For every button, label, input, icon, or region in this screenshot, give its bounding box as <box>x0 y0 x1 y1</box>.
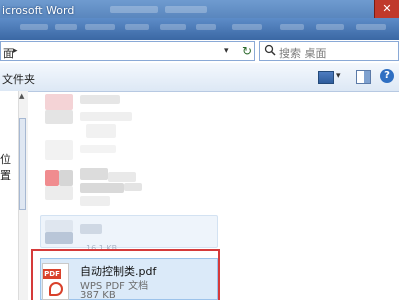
address-bar[interactable]: 面 ▸ ▾ ↻ <box>0 41 255 61</box>
help-icon[interactable]: ? <box>380 69 394 83</box>
blurred-file-label <box>80 224 102 234</box>
pdf-icon-tag: PDF <box>43 269 61 279</box>
preview-pane-icon[interactable] <box>356 70 371 84</box>
blurred-file-label <box>108 172 136 182</box>
blurred-file-label <box>124 183 142 191</box>
window-title: icrosoft Word <box>2 4 75 17</box>
blurred-file-icon <box>45 94 73 110</box>
blurred-file-label <box>80 196 110 206</box>
search-input[interactable]: 搜索 桌面 <box>279 45 327 61</box>
nav-item-label[interactable]: 位置 <box>0 151 18 183</box>
blurred-file-label <box>86 124 116 138</box>
blurred-file-icon <box>45 140 73 160</box>
toolbar-item[interactable] <box>280 24 304 30</box>
toolbar-item[interactable] <box>356 24 386 30</box>
command-bar: 文件夹 ▾ ? <box>0 63 399 92</box>
scroll-up-icon[interactable]: ▲ <box>19 92 24 100</box>
toolbar-item[interactable] <box>232 24 262 30</box>
blurred-file-icon <box>45 220 73 232</box>
chevron-right-icon[interactable]: ▸ <box>13 46 18 56</box>
toolbar-item[interactable] <box>316 24 344 30</box>
blurred-file-icon <box>59 170 73 186</box>
blurred-file-icon <box>45 110 73 124</box>
blurred-file-label <box>80 168 108 180</box>
blurred-file-icon <box>45 170 59 186</box>
search-icon <box>264 44 276 59</box>
refresh-icon[interactable]: ↻ <box>242 44 252 58</box>
blurred-file-icon <box>45 186 73 200</box>
file-size: 387 KB <box>80 290 116 301</box>
blurred-title-area <box>165 6 207 13</box>
chevron-down-icon[interactable]: ▾ <box>336 71 341 81</box>
search-box[interactable]: 搜索 桌面 <box>259 41 399 61</box>
toolbar-item[interactable] <box>160 24 186 30</box>
toolbar-item[interactable] <box>85 24 115 30</box>
blurred-file-label <box>80 112 132 121</box>
toolbar-item[interactable] <box>55 24 77 30</box>
navigation-pane: 位置 <box>0 91 18 300</box>
blurred-file-icon <box>45 232 73 244</box>
blurred-file-label <box>80 145 116 153</box>
toolbar-item[interactable] <box>196 24 216 30</box>
new-folder-button[interactable]: 文件夹 <box>2 71 35 87</box>
blurred-file-label <box>80 95 120 104</box>
close-button[interactable]: ✕ <box>374 0 399 18</box>
toolbar-item[interactable] <box>125 24 149 30</box>
toolbar <box>0 18 399 40</box>
pdf-swirl-icon <box>49 282 63 296</box>
blurred-file-label <box>80 183 124 193</box>
chevron-down-icon[interactable]: ▾ <box>224 46 229 56</box>
toolbar-item[interactable] <box>20 24 48 30</box>
nav-scrollbar-thumb[interactable] <box>19 118 26 210</box>
blurred-title-area <box>110 6 158 13</box>
pdf-file-icon: PDF <box>42 263 69 300</box>
view-icon[interactable] <box>318 71 334 84</box>
